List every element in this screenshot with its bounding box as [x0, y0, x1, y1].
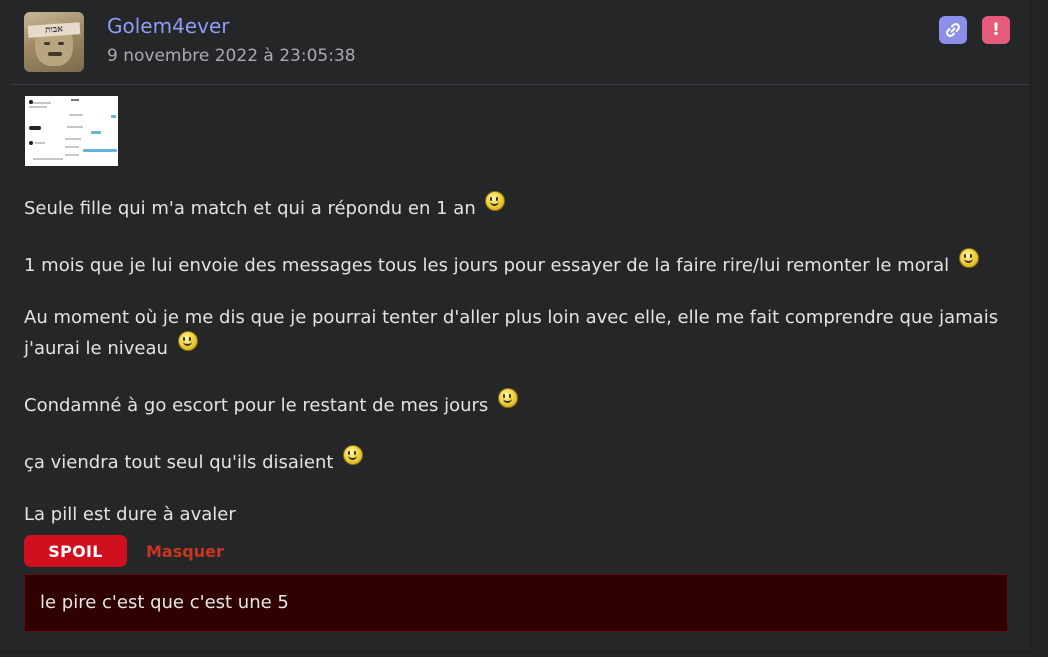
- post-content: Seule fille qui m'a match et qui a répon…: [24, 191, 1004, 528]
- post-paragraph: ça viendra tout seul qu'ils disaient: [24, 445, 1004, 476]
- post-timestamp[interactable]: 9 novembre 2022 à 23:05:38: [107, 46, 356, 66]
- paragraph-text: ça viendra tout seul qu'ils disaient: [24, 452, 334, 473]
- avatar[interactable]: אבות: [24, 12, 84, 72]
- hide-spoiler-link[interactable]: Masquer: [146, 542, 224, 561]
- paragraph-text: Au moment où je me dis que je pourrai te…: [24, 307, 999, 359]
- post-paragraph: Condamné à go escort pour le restant de …: [24, 388, 1004, 419]
- permalink-button[interactable]: [939, 16, 967, 44]
- paragraph-text: La pill est dure à avaler: [24, 504, 236, 525]
- post-paragraph: 1 mois que je lui envoie des messages to…: [24, 248, 1004, 279]
- post-header: אבות Golem4ever 9 novembre 2022 à 23:05:…: [24, 12, 1010, 74]
- paragraph-text: 1 mois que je lui envoie des messages to…: [24, 255, 950, 276]
- exclamation-icon: !: [992, 20, 1000, 40]
- smiley-icon: [958, 248, 979, 268]
- link-icon: [946, 23, 960, 37]
- attachment-thumbnail[interactable]: [25, 96, 118, 166]
- post-actions: !: [939, 16, 1010, 44]
- avatar-eye: [44, 42, 50, 45]
- post-paragraph: Au moment où je me dis que je pourrai te…: [24, 305, 1004, 362]
- header-divider: [12, 84, 1030, 85]
- post-paragraph: Seule fille qui m'a match et qui a répon…: [24, 191, 1004, 222]
- smiley-icon: [485, 191, 506, 211]
- report-button[interactable]: !: [982, 16, 1010, 44]
- paragraph-text: Condamné à go escort pour le restant de …: [24, 395, 489, 416]
- smiley-icon: [343, 445, 364, 465]
- spoiler-content-box: le pire c'est que c'est une 5: [24, 574, 1008, 632]
- spoiler-header: SPOIL Masquer: [24, 535, 224, 567]
- forum-post: אבות Golem4ever 9 novembre 2022 à 23:05:…: [0, 0, 1031, 652]
- smiley-icon: [498, 388, 518, 408]
- avatar-caption: אבות: [27, 22, 81, 38]
- paragraph-text: Seule fille qui m'a match et qui a répon…: [24, 198, 476, 219]
- spoil-button[interactable]: SPOIL: [24, 535, 127, 567]
- avatar-eye: [58, 42, 64, 45]
- avatar-mouth: [48, 52, 62, 56]
- username-link[interactable]: Golem4ever: [107, 14, 229, 38]
- post-paragraph: La pill est dure à avaler: [24, 502, 1004, 528]
- smiley-icon: [177, 331, 198, 351]
- spoiler-text: le pire c'est que c'est une 5: [40, 592, 289, 613]
